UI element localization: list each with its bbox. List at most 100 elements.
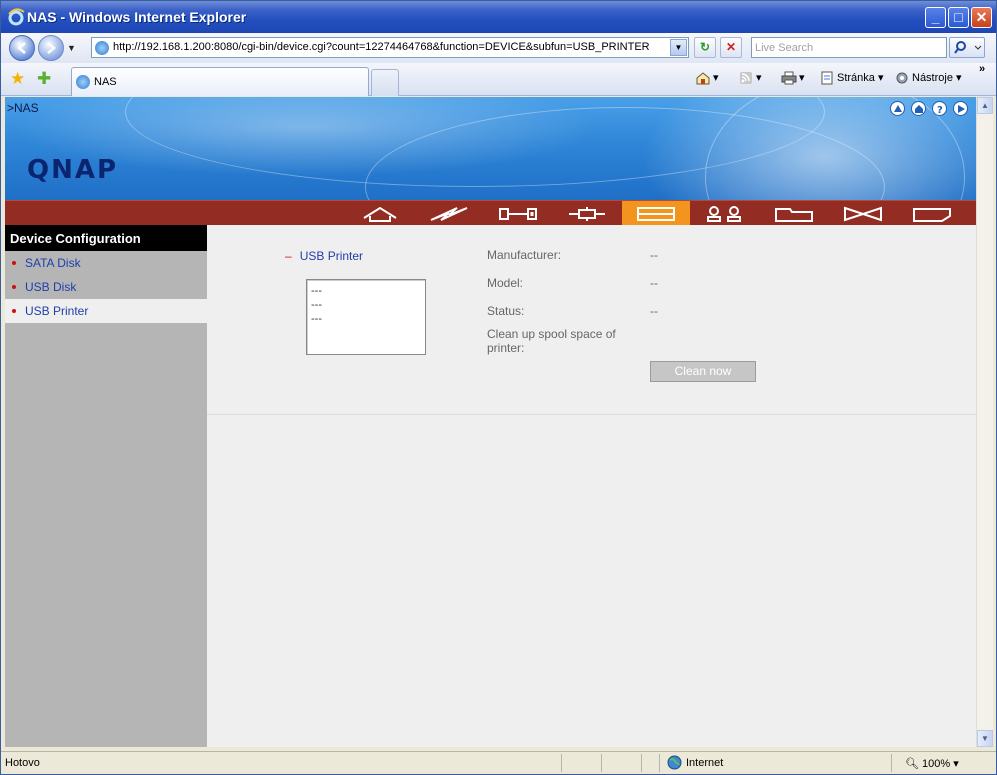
scroll-down-arrow-icon[interactable]: ▼ (977, 730, 993, 747)
favorites-center-icon[interactable]: ★ (10, 69, 25, 89)
window-title: NAS - Windows Internet Explorer (27, 9, 247, 25)
refresh-button[interactable]: ↻ (694, 37, 716, 58)
sidebar-item-sata-disk[interactable]: SATA Disk (5, 251, 207, 275)
search-icon (954, 41, 982, 54)
scroll-up-arrow-icon[interactable]: ▲ (977, 97, 993, 114)
svg-text:?: ? (937, 105, 943, 115)
logout-arrow-icon[interactable] (953, 101, 968, 116)
zoom-dropdown-icon[interactable]: ▾ (953, 758, 959, 770)
system-tools-icon[interactable] (829, 201, 897, 226)
globe-icon (667, 755, 682, 773)
quick-config-icon[interactable] (415, 201, 483, 226)
list-item[interactable]: --- (311, 312, 425, 326)
bullet-icon (12, 261, 16, 265)
home-button[interactable]: ▾ (695, 71, 719, 85)
qnap-logo: QNAP (27, 155, 119, 185)
section-title-label: USB Printer (299, 249, 364, 263)
sidebar-item-usb-printer[interactable]: USB Printer (5, 299, 207, 323)
printer-icon (781, 71, 797, 85)
new-tab-button[interactable] (371, 69, 399, 96)
status-value: -- (650, 304, 658, 318)
statistics-icon[interactable] (898, 201, 966, 226)
list-item[interactable]: --- (311, 298, 425, 312)
status-divider (891, 754, 892, 772)
top-arrow-icon[interactable] (890, 101, 905, 116)
print-button[interactable]: ▾ (781, 71, 805, 85)
system-admin-icon[interactable] (484, 201, 552, 226)
command-bar: ★ ✚ NAS ▾ ▾ ▾ Stránka ▾ Nástroje ▾ » (1, 63, 996, 96)
status-label: Status: (487, 304, 525, 318)
status-divider (601, 754, 602, 772)
section-title[interactable]: – USB Printer (285, 249, 363, 263)
status-divider (561, 754, 562, 772)
model-value: -- (650, 276, 658, 290)
user-management-icon[interactable] (691, 201, 759, 226)
history-dropdown-icon[interactable]: ▼ (67, 43, 76, 53)
overflow-chevron-icon[interactable]: » (979, 63, 985, 75)
back-arrow-icon (17, 42, 26, 54)
qnap-banner: >NAS QNAP ? (5, 97, 976, 277)
security-zone: Internet (686, 757, 724, 769)
vertical-scrollbar[interactable]: ▲ ▼ (976, 97, 993, 747)
tab-label: NAS (94, 76, 117, 88)
zoom-level: 100% (922, 758, 951, 770)
tools-menu[interactable]: Nástroje ▾ (894, 71, 962, 85)
device-config-icon[interactable] (622, 201, 690, 226)
zoom-control[interactable]: 🔍︎ 100% ▾ (905, 757, 959, 770)
home-header-icon[interactable] (911, 101, 926, 116)
help-icon[interactable]: ? (932, 101, 947, 116)
page-viewport: >NAS QNAP ? Device Configuration SATA Di… (5, 97, 976, 747)
sidebar-item-usb-disk[interactable]: USB Disk (5, 275, 207, 299)
tab-page-icon (76, 75, 90, 89)
cleanup-label: Clean up spool space of printer: (487, 327, 616, 355)
tab-nas[interactable]: NAS (71, 67, 369, 96)
collapse-icon[interactable]: – (285, 249, 292, 263)
search-placeholder: Live Search (755, 42, 814, 54)
navigation-bar: ▼ http://192.168.1.200:8080/cgi-bin/devi… (1, 33, 996, 63)
page-icon (821, 71, 833, 85)
page-menu-label: Stránka (837, 72, 875, 84)
main-content: – USB Printer --- --- --- Manufacturer: -… (207, 225, 976, 747)
search-button[interactable] (949, 37, 985, 58)
content-divider (207, 414, 976, 415)
bullet-icon (12, 309, 16, 313)
list-item[interactable]: --- (311, 284, 425, 298)
forward-arrow-icon (47, 42, 56, 54)
sidebar-heading: Device Configuration (5, 225, 207, 251)
gear-icon (896, 72, 908, 84)
manufacturer-value: -- (650, 248, 658, 262)
network-icon[interactable] (553, 201, 621, 226)
address-dropdown-icon[interactable]: ▼ (670, 39, 687, 56)
tools-menu-label: Nástroje (912, 72, 953, 84)
clean-now-button[interactable]: Clean now (650, 361, 756, 382)
printer-list[interactable]: --- --- --- (306, 279, 426, 355)
breadcrumb: >NAS (7, 101, 39, 115)
status-divider (641, 754, 642, 772)
manufacturer-label: Manufacturer: (487, 248, 562, 262)
page-menu[interactable]: Stránka ▾ (819, 71, 884, 85)
add-favorites-icon[interactable]: ✚ (37, 69, 51, 89)
internet-explorer-icon (8, 8, 25, 26)
sidebar-item-label: USB Disk (25, 280, 77, 294)
refresh-icon: ↻ (699, 40, 711, 54)
status-text: Hotovo (5, 757, 40, 769)
maximize-button[interactable]: □ (948, 7, 969, 28)
address-input[interactable]: http://192.168.1.200:8080/cgi-bin/device… (113, 41, 650, 53)
network-share-icon[interactable] (760, 201, 828, 226)
stop-button[interactable]: ✕ (720, 37, 742, 58)
page-icon (95, 41, 109, 55)
minimize-button[interactable]: _ (925, 7, 946, 28)
browser-window: NAS - Windows Internet Explorer _ □ ✕ ▼ … (0, 0, 997, 775)
zoom-icon: 🔍︎ (905, 758, 919, 770)
address-bar[interactable]: http://192.168.1.200:8080/cgi-bin/device… (91, 37, 689, 58)
feeds-button[interactable]: ▾ (738, 71, 762, 85)
status-divider (659, 754, 660, 772)
search-input[interactable]: Live Search (751, 37, 947, 58)
bullet-icon (12, 285, 16, 289)
back-button[interactable] (9, 35, 35, 61)
home-nav-icon[interactable] (346, 201, 414, 226)
forward-button[interactable] (38, 35, 64, 61)
sidebar-item-label: SATA Disk (25, 256, 81, 270)
close-button[interactable]: ✕ (971, 7, 992, 28)
model-label: Model: (487, 276, 524, 290)
